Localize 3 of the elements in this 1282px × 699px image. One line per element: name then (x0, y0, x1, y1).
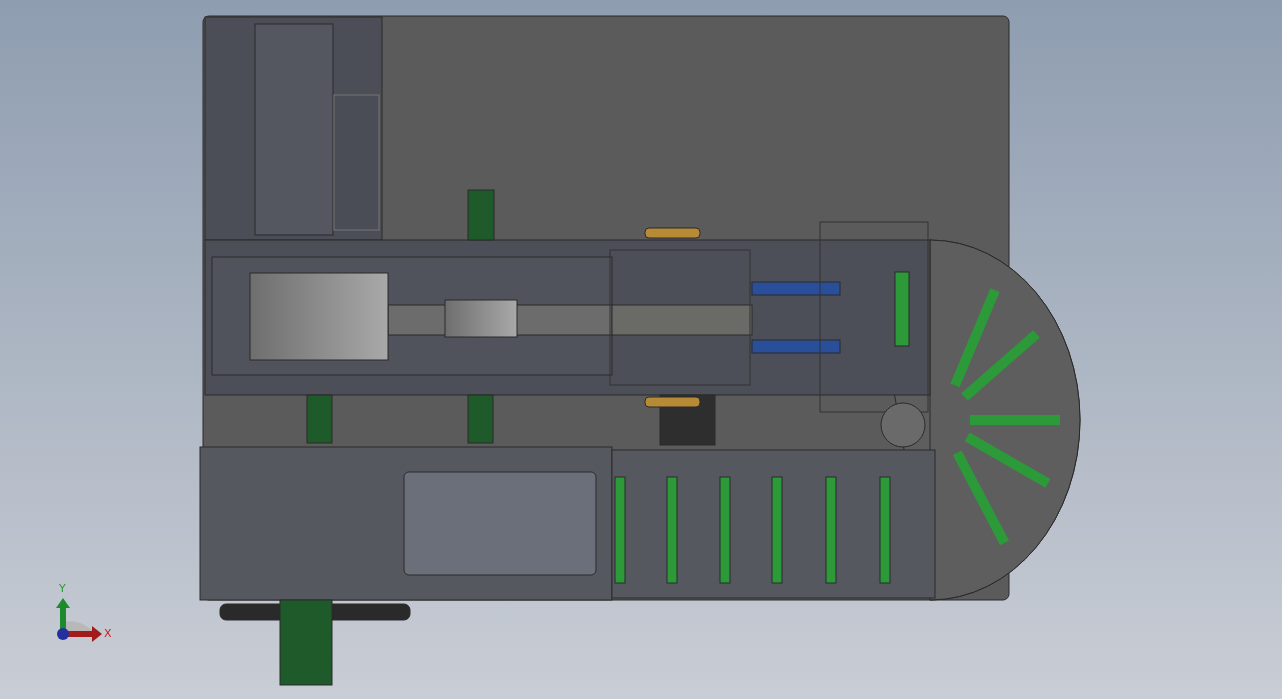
x-axis-label: X (104, 627, 112, 640)
y-axis-label: Y (59, 582, 66, 595)
coordinate-triad-icon (56, 598, 102, 642)
